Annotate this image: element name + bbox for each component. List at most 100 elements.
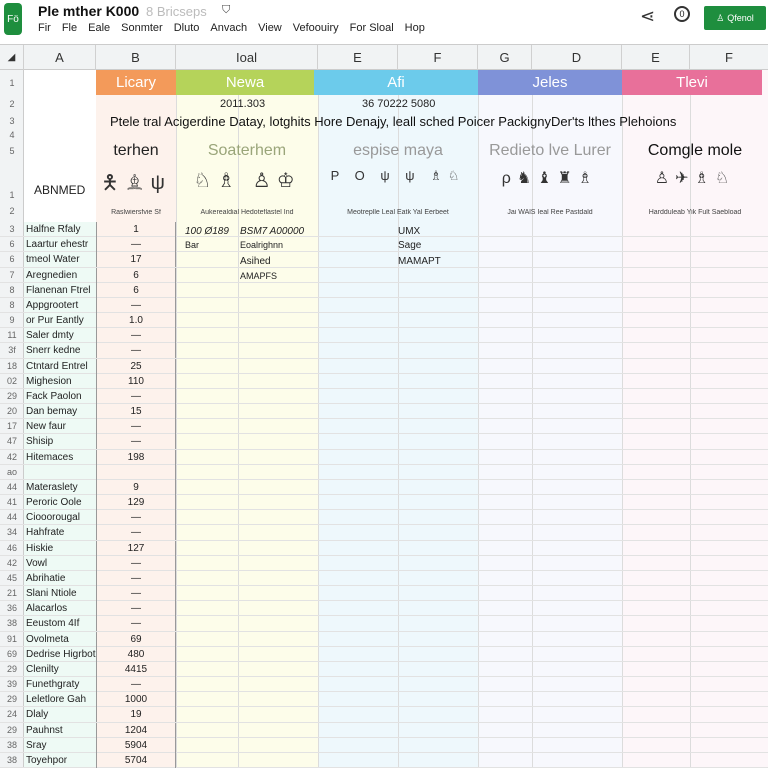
row-number[interactable]: 29 — [0, 692, 24, 707]
menu-item[interactable]: Fir — [38, 22, 51, 34]
menu-item[interactable]: View — [258, 22, 282, 34]
row-value-cell[interactable]: — — [96, 434, 176, 450]
column-header[interactable]: Ioal — [176, 45, 318, 71]
header-bar[interactable]: Tlevi — [622, 70, 762, 95]
row-label-cell[interactable]: Ctntard Entrel — [26, 359, 96, 374]
cell[interactable]: MAMAPT — [398, 256, 441, 267]
cell[interactable]: Asihed — [240, 256, 271, 267]
row-number[interactable]: ao — [0, 465, 24, 480]
row-value-cell[interactable]: — — [96, 388, 176, 404]
account-button[interactable]: ♙ Qfenol — [704, 6, 766, 30]
row-number[interactable]: 34 — [0, 525, 24, 540]
row-value-cell[interactable]: 6 — [96, 282, 176, 298]
row-number[interactable]: 41 — [0, 495, 24, 510]
row-value-cell[interactable]: 9 — [96, 479, 176, 495]
row-number[interactable]: 11 — [0, 328, 24, 343]
row-number[interactable]: 42 — [0, 450, 24, 465]
row-number[interactable]: 02 — [0, 374, 24, 389]
row-number[interactable]: 91 — [0, 632, 24, 647]
row-label-cell[interactable]: Appgrootert — [26, 298, 96, 313]
row-value-cell[interactable]: 1.0 — [96, 313, 176, 329]
row-label-cell[interactable]: New faur — [26, 419, 96, 434]
row-number[interactable]: 9 — [0, 313, 24, 328]
row-number[interactable]: 4 — [0, 130, 24, 140]
cell[interactable]: AMAPFS — [240, 271, 277, 281]
cell[interactable]: Eoalrighnn — [240, 240, 283, 250]
menu-item[interactable]: Eale — [88, 22, 110, 34]
row-value-cell[interactable]: — — [96, 510, 176, 526]
menu-item[interactable]: Sonmter — [121, 22, 163, 34]
row-value-cell[interactable]: — — [96, 525, 176, 541]
row-label-cell[interactable]: Dlaly — [26, 707, 96, 722]
row-value-cell[interactable]: 15 — [96, 404, 176, 420]
row-value-cell[interactable]: 1000 — [96, 692, 176, 708]
row-value-cell[interactable]: 4415 — [96, 661, 176, 677]
column-header[interactable]: A — [24, 45, 96, 71]
row-number[interactable]: 36 — [0, 601, 24, 616]
column-header[interactable]: E — [318, 45, 398, 71]
row-value-cell[interactable]: — — [96, 343, 176, 359]
row-label-cell[interactable]: or Pur Eantly — [26, 313, 96, 328]
cell[interactable]: Sage — [398, 240, 421, 251]
row-label-cell[interactable]: Ovolmeta — [26, 632, 96, 647]
row-number[interactable]: 8 — [0, 283, 24, 298]
row-value-cell[interactable]: 25 — [96, 358, 176, 374]
row-value-cell[interactable]: 127 — [96, 540, 176, 556]
menu-item[interactable]: Dluto — [174, 22, 200, 34]
row-number[interactable]: 1 — [0, 78, 24, 88]
row-number[interactable]: 21 — [0, 586, 24, 601]
row-value-cell[interactable]: — — [96, 677, 176, 693]
header-bar[interactable]: Jeles — [478, 70, 622, 95]
row-label-cell[interactable]: Fack Paolon — [26, 389, 96, 404]
row-label-cell[interactable]: Eeustom 4If — [26, 616, 96, 631]
row-value-cell[interactable]: 5904 — [96, 737, 176, 753]
row-value-cell[interactable] — [96, 464, 176, 480]
row-label-cell[interactable]: Halfne Rfaly — [26, 222, 96, 237]
row-number[interactable]: 47 — [0, 434, 24, 449]
row-number[interactable]: 3 — [0, 222, 24, 237]
cell[interactable]: BSM7 A00000 — [240, 226, 304, 237]
row-number[interactable]: 8 — [0, 298, 24, 313]
row-number[interactable]: 29 — [0, 389, 24, 404]
row-number[interactable]: 24 — [0, 707, 24, 722]
row-number[interactable]: 44 — [0, 480, 24, 495]
row-value-cell[interactable]: — — [96, 555, 176, 571]
row-number[interactable]: 38 — [0, 738, 24, 753]
row-number[interactable]: 45 — [0, 571, 24, 586]
row-label-cell[interactable]: Dan bemay — [26, 404, 96, 419]
column-header[interactable]: F — [690, 45, 768, 71]
row-label-cell[interactable]: Saler dmty — [26, 328, 96, 343]
row-value-cell[interactable]: 69 — [96, 631, 176, 647]
row2-value[interactable]: 2011.303 — [220, 98, 265, 110]
row-label-cell[interactable]: Toyehpor — [26, 753, 96, 768]
row-value-cell[interactable]: 1 — [96, 222, 176, 237]
sheets-logo-icon[interactable]: Fö — [4, 3, 22, 35]
row-number[interactable]: 42 — [0, 556, 24, 571]
row-value-cell[interactable]: 480 — [96, 646, 176, 662]
row-value-cell[interactable]: 19 — [96, 707, 176, 723]
row-label-cell[interactable]: Clenilty — [26, 662, 96, 677]
column-header[interactable]: B — [96, 45, 176, 71]
cell[interactable]: Bar — [185, 240, 199, 250]
row2-value[interactable]: 36 70222 5080 — [362, 98, 435, 110]
menu-item[interactable]: Fle — [62, 22, 77, 34]
row-value-cell[interactable]: — — [96, 586, 176, 602]
row-value-cell[interactable]: 129 — [96, 495, 176, 511]
row-number[interactable]: 44 — [0, 510, 24, 525]
row-label-cell[interactable]: Shisip — [26, 434, 96, 449]
row-value-cell[interactable]: 110 — [96, 373, 176, 389]
row-number[interactable]: 3 — [0, 116, 24, 126]
header-bar[interactable]: Newa — [176, 70, 314, 95]
row-label-cell[interactable]: Laartur ehestr — [26, 237, 96, 252]
row-value-cell[interactable]: — — [96, 297, 176, 313]
row-number[interactable]: 2 — [0, 99, 24, 109]
row-number[interactable]: 6 — [0, 252, 24, 267]
row-label-cell[interactable]: Leletlore Gah — [26, 692, 96, 707]
row-number[interactable]: 46 — [0, 541, 24, 556]
row-label-cell[interactable]: Alacarlos — [26, 601, 96, 616]
row-label-cell[interactable]: Snerr kedne — [26, 343, 96, 358]
header-bar[interactable]: Licary — [96, 70, 176, 95]
row-number[interactable]: 38 — [0, 616, 24, 631]
select-all-corner[interactable]: ◢ — [0, 45, 24, 71]
row-label-cell[interactable]: Pauhnst — [26, 723, 96, 738]
